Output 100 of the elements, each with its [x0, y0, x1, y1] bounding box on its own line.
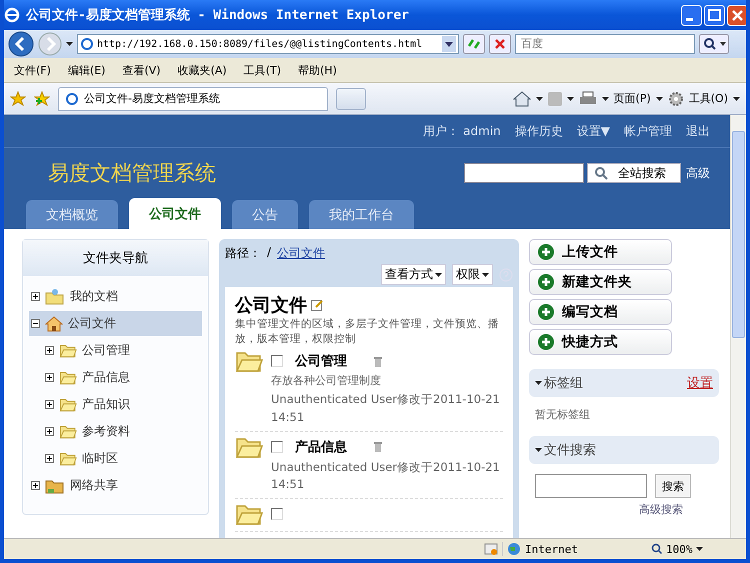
search-icon [594, 166, 608, 180]
menu-item[interactable]: 查看(V) [122, 62, 161, 78]
menu-item[interactable]: 编辑(E) [68, 62, 106, 78]
tree-item[interactable]: 临时区 [43, 446, 202, 471]
printer-icon[interactable] [578, 90, 597, 106]
page-icon [80, 37, 94, 51]
header-link[interactable]: 操作历史 [514, 122, 563, 140]
path-separator: / [267, 245, 272, 261]
collapse-icon[interactable] [31, 319, 40, 328]
tools-menu[interactable]: 工具(O) [688, 91, 728, 106]
back-button[interactable] [8, 31, 34, 57]
action-button[interactable]: 编写文档 [529, 299, 672, 325]
header-link[interactable]: 帐户管理 [624, 122, 672, 140]
search-button[interactable] [699, 34, 729, 54]
dropdown-icon[interactable] [442, 36, 456, 52]
caret-icon [535, 448, 542, 452]
tree-item[interactable]: 参考资料 [43, 419, 202, 444]
folder-icon [59, 397, 77, 412]
action-button[interactable]: 上传文件 [529, 239, 672, 265]
tree-item[interactable]: 产品知识 [43, 392, 202, 417]
modified-info: Unauthenticated User修改于2011-10-21 14:51 [271, 391, 501, 426]
expand-icon[interactable] [31, 292, 40, 301]
advanced-search-link[interactable]: 高级 [686, 164, 710, 182]
expand-icon[interactable] [45, 373, 54, 382]
plus-icon [538, 244, 554, 260]
expand-icon[interactable] [45, 454, 54, 463]
settings-link[interactable]: 设置 [687, 374, 713, 392]
stop-button[interactable] [489, 34, 511, 54]
section-title[interactable]: 文件搜索 [535, 441, 596, 459]
add-star-icon[interactable] [34, 90, 50, 106]
gear-icon[interactable] [668, 90, 684, 106]
folder-icon [59, 424, 77, 439]
security-icon [484, 542, 498, 556]
edit-icon[interactable] [311, 298, 324, 312]
checkbox[interactable] [271, 440, 283, 453]
trash-icon[interactable] [373, 356, 383, 367]
maximize-button[interactable] [704, 4, 725, 26]
house-icon [45, 316, 63, 332]
user-label: 用户： [423, 122, 460, 140]
view-mode-button[interactable]: 查看方式 [381, 264, 446, 285]
tree-item[interactable]: 产品信息 [43, 365, 202, 390]
star-icon[interactable] [10, 90, 26, 106]
refresh-button[interactable] [463, 34, 485, 54]
path-label: 路径： [225, 245, 261, 262]
checkbox[interactable] [271, 355, 283, 368]
folder-icon [45, 478, 65, 494]
site-search-button[interactable]: 全站搜索 [587, 163, 681, 183]
header-link[interactable]: 退出 [686, 122, 710, 140]
menu-item[interactable]: 文件(F) [14, 62, 51, 78]
scrollbar[interactable] [730, 115, 746, 538]
modified-info: Unauthenticated User修改于2011-10-21 14:51 [271, 458, 501, 494]
page-icon [65, 92, 79, 106]
expand-icon[interactable] [31, 481, 40, 490]
caret-icon [602, 96, 609, 100]
caret-icon [733, 96, 740, 100]
tree-item[interactable]: 公司文件 [29, 311, 202, 336]
search-field[interactable]: 百度 [515, 34, 695, 54]
menu-item[interactable]: 收藏夹(A) [178, 62, 227, 78]
caret-icon [435, 272, 442, 276]
address-field[interactable]: http://192.168.0.150:8089/files/@@listingContents.html [77, 34, 459, 54]
folder-name[interactable]: 公司管理 [295, 352, 361, 370]
section-title[interactable]: 标签组 [535, 374, 583, 392]
permission-button[interactable]: 权限 [452, 264, 493, 285]
page-menu[interactable]: 页面(P) [614, 91, 651, 106]
menu-item[interactable]: 工具(T) [244, 62, 281, 78]
action-button[interactable]: 新建文件夹 [529, 269, 672, 295]
checkbox[interactable] [271, 508, 283, 520]
site-search-field[interactable] [464, 163, 584, 183]
zoom-level[interactable]: 100% [666, 542, 692, 556]
site-title: 易度文档管理系统 [48, 160, 217, 187]
nav-tab[interactable]: 公司文件 [129, 198, 221, 229]
home-icon[interactable] [512, 90, 531, 106]
tree-item[interactable]: 公司管理 [43, 338, 202, 363]
header-link[interactable]: 设置▼ [576, 122, 610, 140]
tree-item[interactable]: 网络共享 [29, 473, 202, 498]
path-link[interactable]: 公司文件 [277, 245, 326, 262]
caret-icon [66, 42, 73, 46]
expand-icon[interactable] [45, 427, 54, 436]
empty-message: 暂无标签组 [534, 407, 591, 422]
caret-icon [536, 96, 543, 100]
plus-icon [538, 304, 554, 320]
expand-icon[interactable] [45, 400, 54, 409]
menu-item[interactable]: 帮助(H) [298, 62, 337, 78]
folder-title: 公司文件 [235, 294, 307, 317]
tree-item[interactable]: 我的文档 [29, 284, 202, 309]
trash-icon[interactable] [373, 441, 383, 452]
expand-icon[interactable] [45, 346, 54, 355]
browser-tab[interactable]: 公司文件-易度文档管理系统 [58, 86, 328, 110]
file-search-field[interactable] [535, 474, 647, 498]
close-button[interactable] [727, 4, 746, 26]
file-search-button[interactable]: 搜索 [655, 474, 691, 498]
plus-icon [538, 334, 554, 350]
folder-icon [45, 288, 65, 305]
magnifier-icon [651, 543, 663, 555]
folder-name[interactable]: 产品信息 [295, 438, 361, 456]
folder-icon [59, 451, 77, 466]
action-button[interactable]: 快捷方式 [529, 329, 672, 355]
minimize-button[interactable] [681, 4, 702, 26]
advanced-search-link[interactable]: 高级搜索 [529, 502, 719, 517]
folder-description: 集中管理文件的区域，多层子文件管理，文件预览、播放，版本管理，权限控制 [235, 317, 500, 346]
